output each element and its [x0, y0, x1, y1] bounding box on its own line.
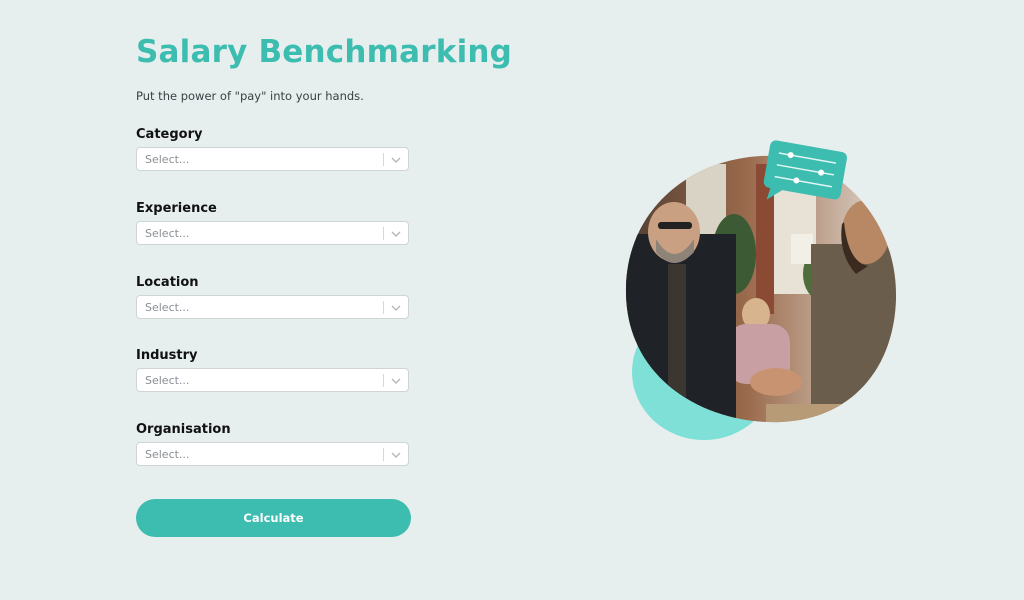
page-subtitle: Put the power of "pay" into your hands. — [136, 89, 364, 103]
chevron-down-icon[interactable] — [390, 449, 402, 461]
select-separator — [383, 374, 384, 387]
chevron-down-icon[interactable] — [390, 228, 402, 240]
chevron-down-icon[interactable] — [390, 154, 402, 166]
page-title: Salary Benchmarking — [136, 34, 513, 70]
select-separator — [383, 153, 384, 166]
category-label: Category — [136, 127, 203, 142]
chevron-down-icon[interactable] — [390, 302, 402, 314]
handshake-illustration — [625, 140, 897, 440]
category-placeholder: Select... — [145, 153, 190, 166]
select-separator — [383, 301, 384, 314]
salary-benchmarking-page: Salary Benchmarking Put the power of "pa… — [0, 0, 1024, 600]
location-select[interactable]: Select... — [136, 295, 409, 319]
experience-label: Experience — [136, 201, 217, 216]
experience-select[interactable]: Select... — [136, 221, 409, 245]
category-select[interactable]: Select... — [136, 147, 409, 171]
location-placeholder: Select... — [145, 301, 190, 314]
industry-label: Industry — [136, 348, 198, 363]
industry-select[interactable]: Select... — [136, 368, 409, 392]
industry-placeholder: Select... — [145, 374, 190, 387]
calculate-button[interactable]: Calculate — [136, 499, 411, 537]
chevron-down-icon[interactable] — [390, 375, 402, 387]
organisation-label: Organisation — [136, 422, 231, 437]
select-separator — [383, 448, 384, 461]
organisation-placeholder: Select... — [145, 448, 190, 461]
select-separator — [383, 227, 384, 240]
location-label: Location — [136, 275, 199, 290]
experience-placeholder: Select... — [145, 227, 190, 240]
organisation-select[interactable]: Select... — [136, 442, 409, 466]
